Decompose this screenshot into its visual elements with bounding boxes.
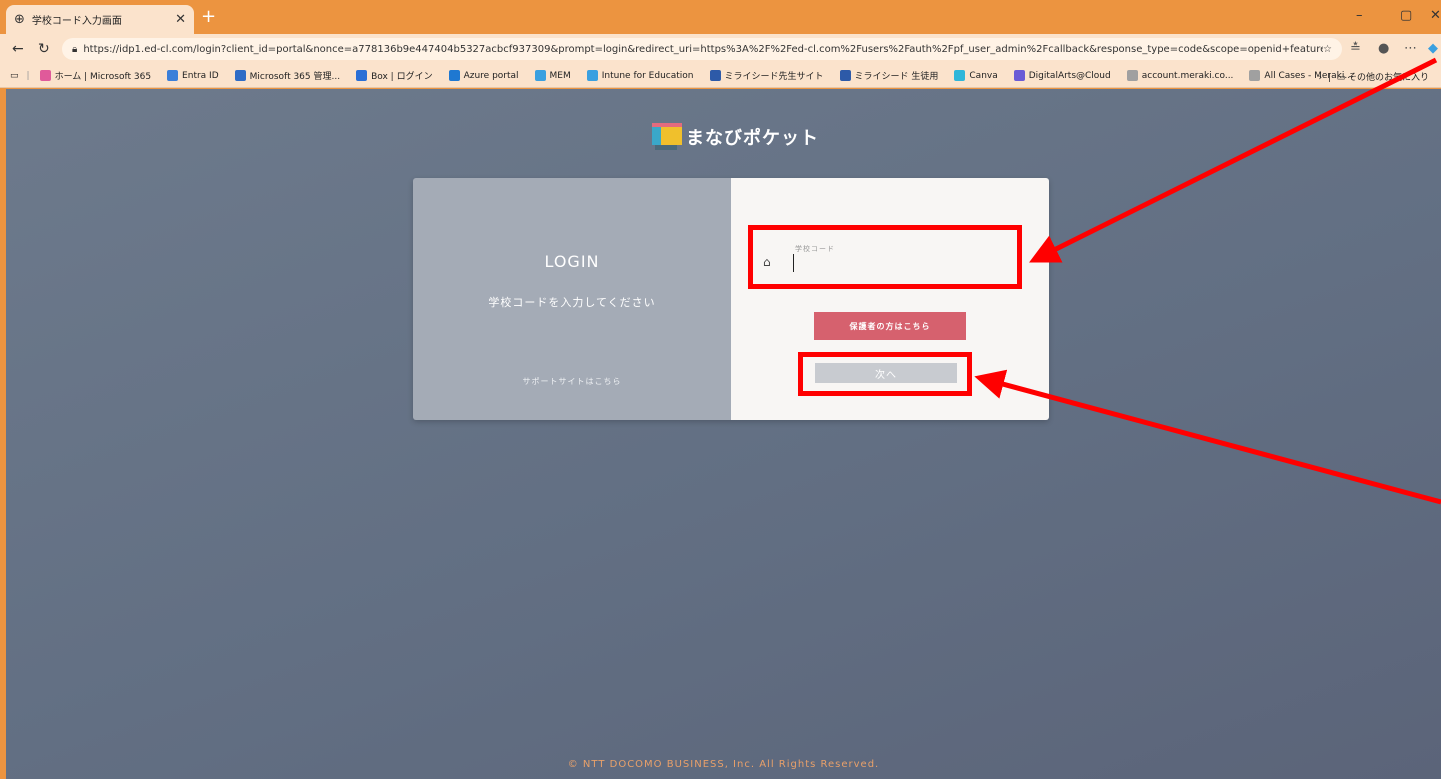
bookmark-item[interactable]: Intune for Education xyxy=(586,70,694,81)
bookmark-favicon-icon xyxy=(534,70,546,81)
bookmark-favicon-icon xyxy=(39,70,51,81)
bookmark-label: Box | ログイン xyxy=(371,72,433,82)
bookmark-favicon-icon xyxy=(167,70,179,81)
bookmark-label: Intune for Education xyxy=(601,70,694,81)
more-menu-icon[interactable]: ⋯ xyxy=(1404,40,1417,58)
workspaces-icon[interactable]: ▭ xyxy=(10,71,19,81)
close-window-icon[interactable]: ✕ xyxy=(1430,8,1441,23)
bookmark-favicon-icon xyxy=(448,70,460,81)
copilot-icon[interactable]: ◆ xyxy=(1428,40,1438,58)
bookmark-label: ミライシード 生徒用 xyxy=(854,72,939,82)
brand: まなびポケット xyxy=(652,123,819,151)
school-code-highlight-box xyxy=(748,225,1022,289)
bookmark-favicon-icon xyxy=(839,70,851,81)
bookmark-item[interactable]: ミライシード先生サイト xyxy=(709,69,824,82)
bookmark-label: DigitalArts@Cloud xyxy=(1028,70,1111,81)
bookmark-item[interactable]: account.meraki.co... xyxy=(1126,70,1234,81)
lock-icon[interactable]: 🔒︎ xyxy=(72,44,77,55)
browser-tab[interactable]: ⊕ 学校コード入力画面 ✕ xyxy=(6,5,194,34)
profile-icon[interactable]: ● xyxy=(1378,40,1389,58)
bookmark-favicon-icon xyxy=(356,70,368,81)
bookmarks-separator: | xyxy=(26,70,30,81)
bookmark-label: MEM xyxy=(549,70,571,81)
tab-title: 学校コード入力画面 xyxy=(31,16,122,27)
bookmark-favicon-icon xyxy=(954,70,966,81)
close-tab-icon[interactable]: ✕ xyxy=(175,12,186,27)
bookmark-label: ホーム | Microsoft 365 xyxy=(54,72,152,82)
bookmark-favicon-icon xyxy=(1126,70,1138,81)
footer-copyright: © NTT DOCOMO BUSINESS, Inc. All Rights R… xyxy=(567,759,880,770)
brand-name: まなびポケット xyxy=(686,128,819,149)
login-title: LOGIN xyxy=(544,252,600,271)
restore-icon[interactable]: ▢ xyxy=(1400,8,1412,23)
manabi-pocket-logo-icon xyxy=(652,123,682,151)
bookmark-item[interactable]: Box | ログイン xyxy=(356,69,433,82)
bookmark-item[interactable]: ホーム | Microsoft 365 xyxy=(39,69,152,82)
bookmark-favicon-icon xyxy=(1013,70,1025,81)
bookmark-item[interactable]: Entra ID xyxy=(167,70,219,81)
address-bar[interactable]: 🔒︎ https://idp1.ed-cl.com/login?client_i… xyxy=(62,38,1342,60)
refresh-icon[interactable]: ↻ xyxy=(38,40,50,58)
bookmark-item[interactable]: Microsoft 365 管理... xyxy=(234,69,341,82)
support-site-link[interactable]: サポートサイトはこちら xyxy=(413,376,731,387)
bookmark-item[interactable]: MEM xyxy=(534,70,571,81)
folder-icon: ▭ xyxy=(1336,73,1346,83)
bookmark-label: Azure portal xyxy=(463,70,519,81)
bookmark-favicon-icon xyxy=(234,70,246,81)
login-subtitle: 学校コードを入力してください xyxy=(488,296,656,309)
bookmark-favicon-icon xyxy=(709,70,721,81)
url-text: https://idp1.ed-cl.com/login?client_id=p… xyxy=(83,43,1324,55)
bookmarks-more-label: その他のお気に入り xyxy=(1347,73,1429,83)
navigation-bar: ← ↻ 🔒︎ https://idp1.ed-cl.com/login?clie… xyxy=(0,34,1441,64)
bookmark-item[interactable]: Canva xyxy=(954,70,998,81)
next-button-highlight-box xyxy=(798,352,972,396)
bookmark-label: ミライシード先生サイト xyxy=(724,72,824,82)
bookmark-item[interactable]: DigitalArts@Cloud xyxy=(1013,70,1111,81)
bookmark-label: Canva xyxy=(969,70,998,81)
bookmarks-more[interactable]: › | ▭ その他のお気に入り xyxy=(1319,70,1429,83)
minimize-icon[interactable]: – xyxy=(1356,8,1363,23)
globe-icon: ⊕ xyxy=(14,12,25,27)
bookmark-favicon-icon xyxy=(1249,70,1261,81)
bookmark-item[interactable]: Azure portal xyxy=(448,70,519,81)
bookmark-label: account.meraki.co... xyxy=(1141,70,1234,81)
bookmark-favicon-icon xyxy=(586,70,598,81)
tab-strip: ⊕ 学校コード入力画面 ✕ + – ▢ ✕ xyxy=(0,0,1441,34)
bookmark-label: Microsoft 365 管理... xyxy=(249,72,341,82)
favorites-icon[interactable]: ≛ xyxy=(1350,40,1361,58)
login-card-left: LOGIN 学校コードを入力してください サポートサイトはこちら xyxy=(413,178,731,420)
favorite-star-icon[interactable]: ☆ xyxy=(1323,44,1332,55)
page-background: まなびポケット LOGIN 学校コードを入力してください サポートサイトはこちら… xyxy=(6,89,1441,779)
guardian-button[interactable]: 保護者の方はこちら xyxy=(814,312,966,340)
back-icon[interactable]: ← xyxy=(12,40,24,58)
new-tab-button[interactable]: + xyxy=(201,6,216,28)
bookmarks-bar: ▭ | ホーム | Microsoft 365 Entra ID Microsoft… xyxy=(0,64,1441,88)
bookmark-label: Entra ID xyxy=(182,70,219,81)
bookmark-item[interactable]: ミライシード 生徒用 xyxy=(839,69,939,82)
